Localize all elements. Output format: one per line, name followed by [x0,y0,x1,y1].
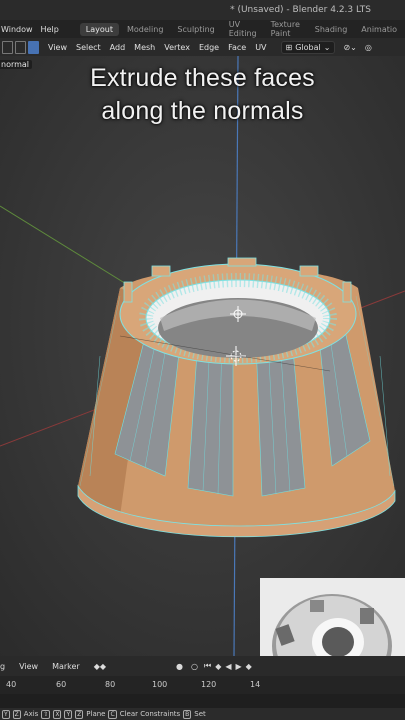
next-key-icon[interactable]: ◆ [246,662,252,671]
tab-shading[interactable]: Shading [309,23,354,36]
menu-window[interactable]: Window [0,25,40,34]
timeline-editor-icon[interactable]: g [0,662,5,671]
record-icon[interactable]: ● [176,662,183,671]
face-select-icon[interactable] [28,40,39,54]
snap-icon[interactable]: ⊘⌄ [343,43,356,52]
viewport-header: View Select Add Mesh Vertex Edge Face UV… [0,38,405,56]
frame-label: 80 [105,680,116,689]
auto-key-icon[interactable]: ○ [191,662,198,671]
play-reverse-icon[interactable]: ◀ [225,662,231,671]
orientation-icon: ⊞ [285,42,293,52]
vertex-select-icon[interactable] [2,40,13,54]
timeline-header: g View Marker ◆◆ ● ○ ⏮ ◆ ◀ ▶ ◆ [0,656,405,676]
status-axis: Axis [23,710,39,718]
edge-select-icon[interactable] [15,40,26,54]
timeline-body[interactable] [0,694,405,708]
window-title: * (Unsaved) - Blender 4.2.3 LTS [230,5,371,15]
viewport-canvas [0,56,405,656]
key-z: Z [12,709,21,719]
frame-label: 60 [56,680,67,689]
proportional-editing-icon[interactable]: ◎ [365,43,372,52]
caption-line-2: along the normals [101,97,304,125]
top-menu-bar: Window Help Layout Modeling Sculpting UV… [0,20,405,38]
menu-uv[interactable]: UV [255,43,266,52]
status-clear-constraints: Clear Constraints [119,710,181,718]
menu-view[interactable]: View [48,43,67,52]
title-bar: * (Unsaved) - Blender 4.2.3 LTS [0,0,405,20]
transform-orientation-dropdown[interactable]: ⊞ Global ⌄ [280,40,336,54]
tab-modeling[interactable]: Modeling [121,23,169,36]
key-c: C [108,709,117,719]
caption-line-1: Extrude these faces [90,64,315,92]
status-set: Set [194,710,206,718]
tab-texture-paint[interactable]: Texture Paint [265,18,307,40]
menu-face[interactable]: Face [228,43,246,52]
play-icon[interactable]: ▶ [236,662,242,671]
menu-select[interactable]: Select [76,43,101,52]
key-x: X [53,709,62,719]
tab-uv-editing[interactable]: UV Editing [223,18,263,40]
tab-animation[interactable]: Animatio [355,23,403,36]
timeline-ruler[interactable]: 40 60 80 100 120 14 [0,676,405,694]
key-y: Y [2,709,10,719]
frame-label: 40 [6,680,17,689]
menu-add[interactable]: Add [110,43,126,52]
status-bar: Y Z Axis ⇧ X Y Z Plane C Clear Constrain… [0,708,405,720]
frame-label: 14 [250,680,261,689]
jump-start-icon[interactable]: ⏮ [204,661,211,671]
menu-mesh[interactable]: Mesh [134,43,155,52]
key-z2: Z [75,709,84,719]
prev-key-icon[interactable]: ◆ [215,662,221,671]
menu-help[interactable]: Help [40,25,66,34]
timeline-marker-menu[interactable]: Marker [52,662,80,671]
key-b: B [183,709,192,719]
tab-layout[interactable]: Layout [79,22,119,36]
keyframe-icon[interactable]: ◆◆ [94,662,106,671]
status-plane: Plane [86,710,106,718]
3d-viewport[interactable]: normal Extrude these faces along the nor… [0,56,405,656]
chevron-down-icon: ⌄ [323,42,331,52]
key-y2: Y [64,709,73,719]
orientation-value: Global [295,42,321,52]
tab-sculpting[interactable]: Sculpting [171,23,220,36]
frame-label: 100 [152,680,168,689]
menu-edge[interactable]: Edge [199,43,219,52]
shift-key-icon: ⇧ [41,709,51,719]
frame-label: 120 [201,680,217,689]
menu-vertex[interactable]: Vertex [164,43,190,52]
timeline-view-menu[interactable]: View [19,662,38,671]
